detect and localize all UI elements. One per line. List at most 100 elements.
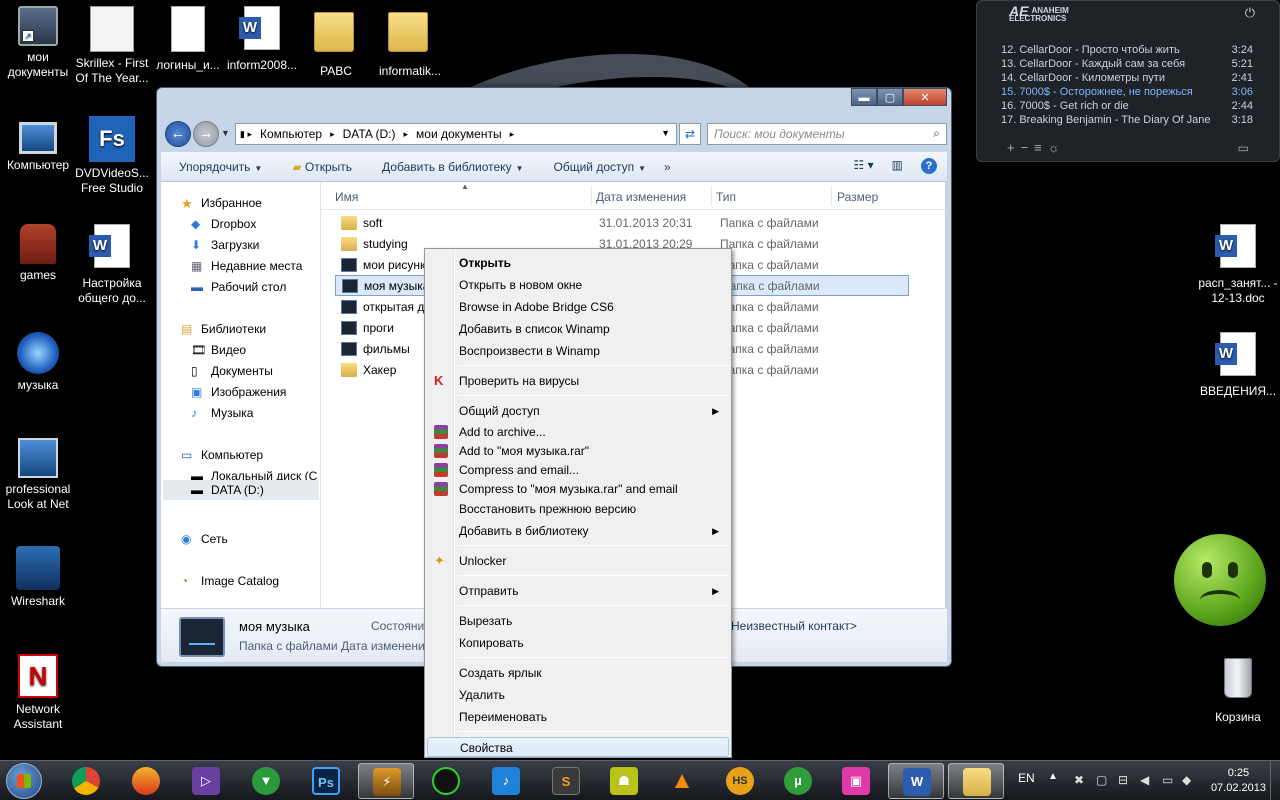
taskbar-vlc[interactable]: ▲ <box>654 763 710 799</box>
desktop-icon-recycle-bin[interactable]: Корзина <box>1196 654 1280 725</box>
context-menu-item[interactable]: Compress and email... <box>427 460 729 480</box>
context-menu-item[interactable]: Add to "моя музыка.rar" <box>427 441 729 461</box>
desktop-icon-schedule-doc[interactable]: расп_занят... - 12-13.doc <box>1196 224 1280 306</box>
address-dropdown-icon[interactable]: ▼ <box>661 128 670 138</box>
refresh-button[interactable]: ⇄ <box>679 123 701 145</box>
playlist-track[interactable]: 15. 7000$ - Осторожнее, не порежься 3:06 <box>1001 85 1253 99</box>
nav-documents[interactable]: ▯ Документы <box>191 364 273 378</box>
network-tray-icon[interactable]: ⊟ <box>1118 773 1132 787</box>
breadcrumb-data-drive[interactable]: DATA (D:) <box>343 127 396 141</box>
search-input[interactable]: Поиск: мои документы ⌕ <box>707 123 947 145</box>
playlist-track[interactable]: 12. CellarDoor - Просто чтобы жить 3:24 <box>1001 43 1253 57</box>
context-menu-item[interactable]: Открыть <box>427 253 729 273</box>
desktop-icon-skrillex[interactable]: Skrillex - First Of The Year... <box>74 6 150 86</box>
column-size[interactable]: Размер <box>837 190 878 204</box>
taskbar-mail-app[interactable] <box>118 763 174 799</box>
show-hidden-icons[interactable]: ▲ <box>1048 771 1058 782</box>
taskbar-utorrent[interactable]: µ <box>770 763 826 799</box>
playlist-track[interactable]: 17. Breaking Benjamin - The Diary Of Jan… <box>1001 113 1253 127</box>
back-button[interactable]: ← <box>165 121 191 147</box>
context-menu-item[interactable]: Открыть в новом окне <box>427 275 729 295</box>
taskbar-sublime[interactable]: S <box>538 763 594 799</box>
column-date-modified[interactable]: Дата изменения <box>596 190 686 204</box>
playlist-track[interactable]: 14. CellarDoor - Километры пути 2:41 <box>1001 71 1253 85</box>
context-menu-item[interactable]: Browse in Adobe Bridge CS6 <box>427 297 729 317</box>
context-menu-item[interactable]: Удалить <box>427 685 729 705</box>
file-row[interactable]: soft 31.01.2013 20:31 Папка с файлами <box>335 212 909 233</box>
desktop-icon-dvdvideosoft[interactable]: Fs DVDVideoS... Free Studio <box>74 116 150 196</box>
usb-tray-icon[interactable]: ▢ <box>1096 773 1110 787</box>
power-icon[interactable]: ⏻ <box>1245 5 1255 21</box>
taskbar-game-app[interactable]: ☗ <box>596 763 652 799</box>
desktop-icon-computer[interactable]: Компьютер <box>0 116 76 173</box>
desktop-icon-pabc[interactable]: PABC <box>298 6 374 79</box>
desktop-icon-informatik[interactable]: informatik... <box>372 6 448 79</box>
context-menu-item[interactable]: Восстановить прежнюю версию <box>427 499 729 519</box>
column-type[interactable]: Тип <box>716 190 736 204</box>
nav-drive-d[interactable]: ▬ DATA (D:) <box>163 480 319 500</box>
taskbar-photoshop[interactable]: Ps <box>298 763 354 799</box>
nav-music[interactable]: ♪ Музыка <box>191 406 253 420</box>
taskbar-navigator[interactable]: ▼ <box>238 763 294 799</box>
open-button[interactable]: ▰ Открыть <box>292 160 352 174</box>
organize-button[interactable]: Упорядочить ▼ <box>179 160 262 174</box>
forward-button[interactable]: → <box>193 121 219 147</box>
clock[interactable]: 0:25 07.02.2013 <box>1211 766 1266 796</box>
desktop-icon-games[interactable]: games <box>0 224 76 283</box>
taskbar-explorer[interactable] <box>948 763 1004 799</box>
taskbar-hotspot-shield[interactable]: HS <box>712 763 768 799</box>
context-menu-item[interactable]: Отправить ▶ <box>427 581 729 601</box>
nav-network[interactable]: ◉ Сеть <box>181 532 228 546</box>
nav-recent-places[interactable]: ▦ Недавние места <box>191 259 302 273</box>
taskbar-winamp-media[interactable]: ▣ <box>828 763 884 799</box>
context-menu-item[interactable]: Вырезать <box>427 611 729 631</box>
nav-libraries[interactable]: ▤ Библиотеки <box>181 322 266 336</box>
context-menu-item[interactable]: Compress to "моя музыка.rar" and email <box>427 479 729 499</box>
more-commands-button[interactable]: » <box>664 160 671 174</box>
preview-pane-icon[interactable]: ▥ <box>892 158 903 174</box>
playlist-controls[interactable]: +−≡☼ <box>1007 140 1066 155</box>
desktop-icon-wireshark[interactable]: Wireshark <box>0 546 76 609</box>
taskbar-chrome[interactable] <box>58 763 114 799</box>
desktop-icon-network-assistant[interactable]: N Network Assistant <box>0 654 76 732</box>
context-menu-item[interactable]: ✦ Unlocker <box>427 551 729 571</box>
address-bar[interactable]: ▮ ▸ Компьютер ▸ DATA (D:) ▸ мои документ… <box>235 123 677 145</box>
show-desktop-button[interactable] <box>1270 761 1280 800</box>
desktop-icon-music[interactable]: музыка <box>0 332 76 393</box>
context-menu-item[interactable]: K Проверить на вирусы <box>427 371 729 391</box>
column-name[interactable]: Имя <box>335 190 358 204</box>
playlist-track[interactable]: 16. 7000$ - Get rich or die 2:44 <box>1001 99 1253 113</box>
desktop-icon-my-documents[interactable]: ↗ мои документы <box>0 6 76 80</box>
breadcrumb-my-documents[interactable]: мои документы <box>416 127 502 141</box>
desktop-icon-logins[interactable]: логины_и... <box>150 6 226 73</box>
nav-computer[interactable]: ▭ Компьютер <box>181 448 263 462</box>
view-options-icon[interactable]: ☷ ▾ <box>854 158 874 174</box>
taskbar-razer[interactable] <box>418 763 474 799</box>
taskbar-word[interactable]: W <box>888 763 944 799</box>
nav-desktop[interactable]: ▬ Рабочий стол <box>191 280 286 294</box>
dropbox-tray-icon[interactable]: ◆ <box>1182 773 1196 787</box>
volume-icon[interactable]: ◀ <box>1140 773 1154 787</box>
help-icon[interactable]: ? <box>921 158 937 174</box>
context-menu-item[interactable]: Свойства <box>427 737 729 757</box>
chevron-right-icon[interactable]: ▸ <box>404 129 409 140</box>
nav-favorites[interactable]: ★ Избранное <box>181 196 262 211</box>
nav-video[interactable]: 🎞 Видео <box>191 343 246 357</box>
nav-image-catalog[interactable]: ◔ Image Catalog <box>181 574 279 588</box>
context-menu-item[interactable]: Добавить в библиотеку ▶ <box>427 521 729 541</box>
nav-downloads[interactable]: ⬇ Загрузки <box>191 238 259 252</box>
breadcrumb-computer[interactable]: Компьютер <box>260 127 322 141</box>
context-menu-item[interactable]: Воспроизвести в Winamp <box>427 341 729 361</box>
maximize-button[interactable]: ▢ <box>877 88 903 106</box>
add-to-library-button[interactable]: Добавить в библиотеку ▼ <box>382 160 523 174</box>
minimize-button[interactable]: ▬ <box>851 88 877 106</box>
desktop-icon-inform2008[interactable]: inform2008... <box>224 6 300 73</box>
power-tray-icon[interactable]: ▭ <box>1162 773 1176 787</box>
desktop-icon-vvedeniya[interactable]: ВВЕДЕНИЯ... <box>1196 332 1280 399</box>
desktop-icon-look-at-net[interactable]: professional Look at Net <box>0 438 76 512</box>
context-menu-item[interactable]: Добавить в список Winamp <box>427 319 729 339</box>
taskbar-visual-studio[interactable]: ▷ <box>178 763 234 799</box>
context-menu-item[interactable]: Создать ярлык <box>427 663 729 683</box>
nav-dropbox[interactable]: ◆ Dropbox <box>191 217 256 231</box>
context-menu-item[interactable]: Переименовать <box>427 707 729 727</box>
